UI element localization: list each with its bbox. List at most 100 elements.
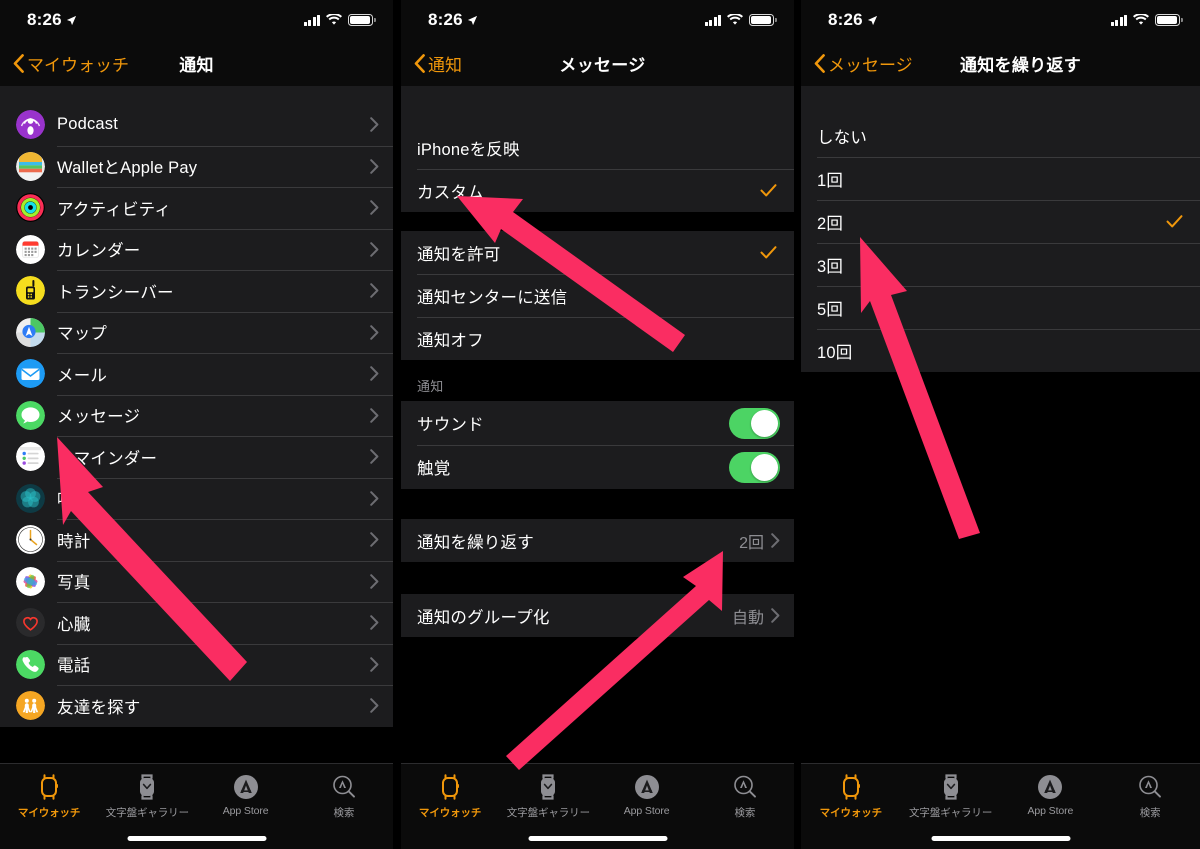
wifi-icon [1133,14,1149,25]
list-item[interactable]: リマインダー [0,436,393,478]
back-button[interactable]: マイウォッチ [13,51,129,76]
tab-app-store[interactable]: App Store [598,772,696,817]
status-bar: 8:26 [801,0,1200,40]
options-scroll[interactable]: しない 1回 2回 3回 5回 10回 [801,86,1200,809]
status-bar: 8:26 [0,0,393,40]
tab-label: 文字盤ギャラリー [506,807,590,819]
battery-full-icon [348,14,376,26]
chevron-left-icon [414,53,425,73]
row-label: 通知を繰り返す [417,533,534,552]
list-item[interactable]: Podcast [0,104,393,146]
group-gap [401,562,794,594]
row-label: 触覚 [417,460,451,478]
row-haptics[interactable]: 触覚 [401,445,794,489]
phone-screen-repeat-alerts: 8:26 メッセージ 通知を繰り返す しない 1回 2回 3回 5回 10回 マ… [801,0,1200,849]
chevron-right-icon [370,407,379,423]
list-item[interactable]: 写真 [0,560,393,602]
battery-full-icon [1155,14,1183,26]
list-item-messages[interactable]: メッセージ [0,394,393,436]
tab-label: 文字盤ギャラリー [105,807,189,819]
tab-bar: マイウォッチ 文字盤ギャラリー App Store 検索 [801,763,1200,849]
breathe-icon [16,483,45,513]
watch-face-gallery-icon [940,772,962,802]
list-item[interactable]: アクティビティ [0,187,393,229]
tab-label: 検索 [1139,807,1161,819]
option-label: 10回 [817,343,853,362]
option-five-times[interactable]: 5回 [801,286,1200,329]
watch-face-gallery-icon [537,772,559,802]
tab-my-watch[interactable]: マイウォッチ [801,772,901,820]
tab-search[interactable]: 検索 [1100,772,1200,820]
tab-search[interactable]: 検索 [295,772,393,820]
list-item[interactable]: 心臓 [0,602,393,644]
tab-app-store[interactable]: App Store [197,772,295,817]
tab-my-watch[interactable]: マイウォッチ [401,772,499,820]
list-top-gap [0,86,393,104]
toggles-group: サウンド 触覚 [401,401,794,489]
back-button[interactable]: 通知 [414,51,462,76]
row-notification-grouping[interactable]: 通知のグループ化 自動 [401,594,794,637]
chevron-right-icon [370,449,379,465]
status-bar-time: 8:26 [828,10,863,29]
phone-screen-messages-notifications: 8:26 通知 メッセージ iPhoneを反映 カスタム 通知を許可 通知センタ… [401,0,794,849]
group-gap [401,489,794,519]
checkmark-icon [1166,215,1183,228]
list-item[interactable]: カレンダー [0,228,393,270]
app-store-icon [1037,772,1063,802]
back-button[interactable]: メッセージ [814,51,913,76]
chevron-right-icon [771,608,780,623]
tab-face-gallery[interactable]: 文字盤ギャラリー [901,772,1001,820]
row-repeat-alerts[interactable]: 通知を繰り返す 2回 [401,519,794,562]
option-custom[interactable]: カスタム [401,169,794,212]
chevron-right-icon [370,532,379,548]
option-notifications-off[interactable]: 通知オフ [401,317,794,360]
settings-scroll[interactable]: iPhoneを反映 カスタム 通知を許可 通知センターに送信 通知オフ 通知 サ… [401,86,794,809]
option-ten-times[interactable]: 10回 [801,329,1200,372]
phone-icon [16,649,45,679]
app-list-scroll[interactable]: Podcast WalletとApple Pay アクティビティ カレンダー ト… [0,86,393,809]
list-item-label: アクティビティ [57,200,172,219]
clock-icon [16,525,45,555]
list-item[interactable]: 時計 [0,519,393,561]
tab-app-store[interactable]: App Store [1001,772,1101,817]
status-bar-time: 8:26 [27,10,62,29]
option-once[interactable]: 1回 [801,157,1200,200]
chevron-right-icon [370,490,379,506]
list-item[interactable]: マップ [0,311,393,353]
search-icon [331,772,357,802]
option-none[interactable]: しない [801,114,1200,157]
list-item[interactable]: 電話 [0,643,393,685]
tab-label: マイウォッチ [819,807,883,819]
search-icon [732,772,758,802]
heart-rate-icon [16,608,45,638]
tab-face-gallery[interactable]: 文字盤ギャラリー [499,772,597,820]
tab-search[interactable]: 検索 [696,772,794,820]
tab-my-watch[interactable]: マイウォッチ [0,772,98,820]
list-item[interactable]: 呼吸 [0,477,393,519]
option-twice[interactable]: 2回 [801,200,1200,243]
status-bar-time-area: 8:26 [828,10,878,30]
tab-face-gallery[interactable]: 文字盤ギャラリー [98,772,196,820]
option-label: 1回 [817,171,844,190]
list-item[interactable]: メール [0,353,393,395]
chevron-right-icon [370,158,379,174]
row-sound[interactable]: サウンド [401,401,794,445]
chevron-right-icon [370,200,379,216]
list-item[interactable]: トランシーバー [0,270,393,312]
top-gap [401,86,794,126]
option-send-to-notification-center[interactable]: 通知センターに送信 [401,274,794,317]
repeat-options-group: しない 1回 2回 3回 5回 10回 [801,114,1200,372]
option-three-times[interactable]: 3回 [801,243,1200,286]
row-value: 自動 [731,609,764,627]
haptics-toggle[interactable] [729,451,780,483]
option-label: 3回 [817,257,844,276]
option-mirror-iphone[interactable]: iPhoneを反映 [401,126,794,169]
sound-toggle[interactable] [729,407,780,439]
tab-label: App Store [623,805,670,817]
activity-rings-icon [16,193,45,223]
list-item[interactable]: WalletとApple Pay [0,145,393,187]
option-allow-notifications[interactable]: 通知を許可 [401,231,794,274]
list-item[interactable]: 友達を探す [0,685,393,727]
status-bar-time-area: 8:26 [27,10,77,30]
apple-watch-icon [439,772,461,802]
